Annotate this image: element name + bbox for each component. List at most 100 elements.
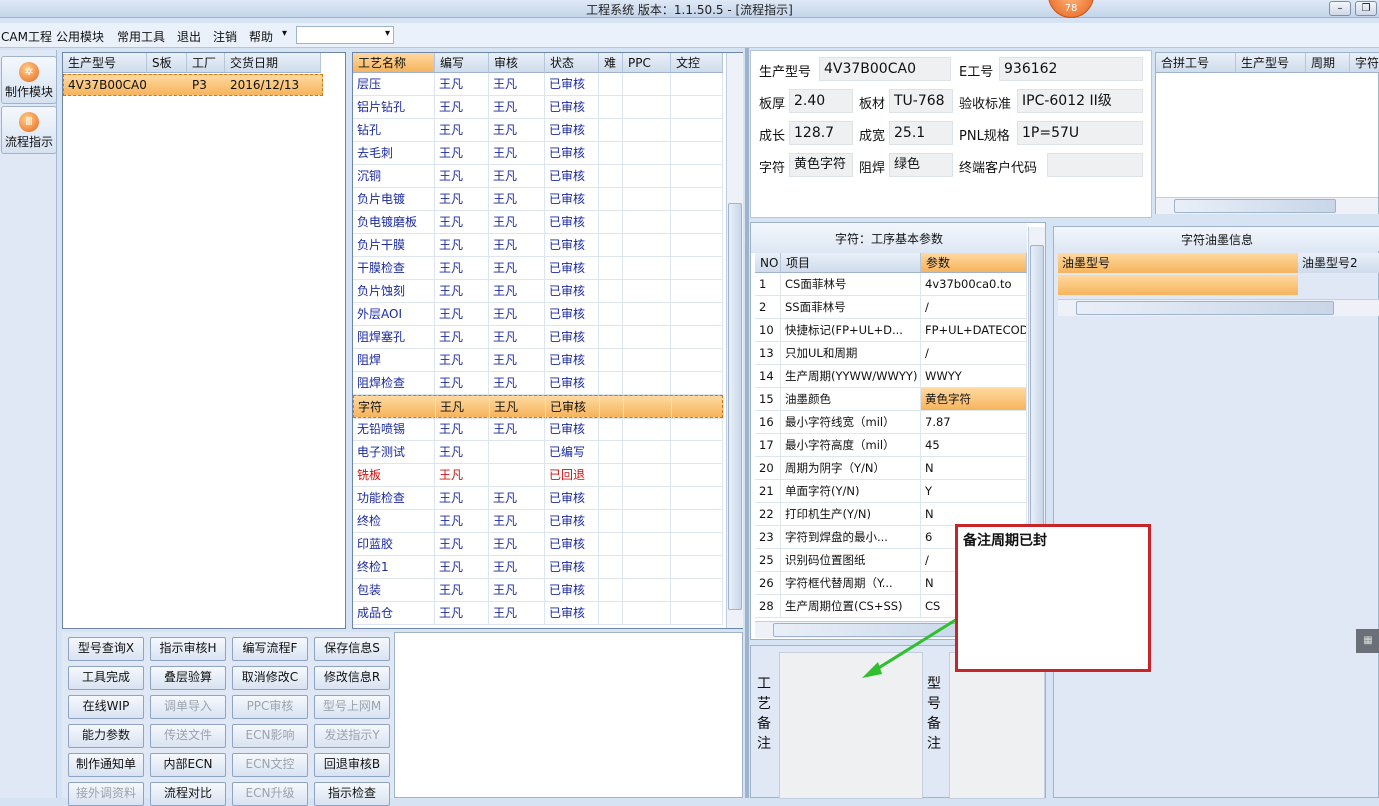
cmd-button-0-2[interactable]: 编写流程F bbox=[232, 637, 308, 661]
table-row[interactable]: 阻焊 王凡 王凡 已审核 bbox=[353, 349, 723, 372]
table-row[interactable]: 功能检查 王凡 王凡 已审核 bbox=[353, 487, 723, 510]
field-pnl[interactable]: 1P=57U bbox=[1017, 121, 1143, 145]
menu-tools[interactable]: 常用工具 bbox=[117, 28, 165, 45]
combo-arrow-icon[interactable]: ▾ bbox=[385, 28, 390, 39]
table-row[interactable]: 铝片钻孔 王凡 王凡 已审核 bbox=[353, 96, 723, 119]
param-value[interactable]: 7.87 bbox=[921, 411, 1027, 434]
table-row[interactable]: 4V37B00CA0 P3 2016/12/13 bbox=[63, 74, 323, 96]
cmd-button-0-1[interactable]: 指示审核H bbox=[150, 637, 226, 661]
col-writer[interactable]: 编写 bbox=[435, 53, 489, 73]
grip-icon[interactable]: ▦ bbox=[1356, 629, 1379, 653]
table-row[interactable]: 负电镀磨板 王凡 王凡 已审核 bbox=[353, 211, 723, 234]
ink-hscroll[interactable] bbox=[1058, 299, 1379, 316]
merge-hscroll[interactable] bbox=[1156, 197, 1378, 214]
field-width[interactable]: 25.1 bbox=[889, 121, 953, 145]
param-value[interactable]: / bbox=[921, 296, 1027, 319]
table-row[interactable]: 外层AOI 王凡 王凡 已审核 bbox=[353, 303, 723, 326]
field-mask[interactable]: 绿色 bbox=[889, 153, 953, 177]
col-difficulty[interactable]: 难 bbox=[599, 53, 623, 73]
col-ppc[interactable]: PPC bbox=[623, 53, 671, 73]
scroll-thumb[interactable] bbox=[728, 203, 742, 610]
scroll-thumb[interactable] bbox=[1076, 301, 1334, 315]
param-value[interactable]: 45 bbox=[921, 434, 1027, 457]
table-row[interactable]: 干膜检查 王凡 王凡 已审核 bbox=[353, 257, 723, 280]
field-material[interactable]: TU-768 bbox=[889, 89, 953, 113]
cmd-button-1-1[interactable]: 叠层验算 bbox=[150, 666, 226, 690]
cmd-button-5-1[interactable]: 流程对比 bbox=[150, 782, 226, 806]
field-thickness[interactable]: 2.40 bbox=[789, 89, 853, 113]
cmd-button-4-2[interactable]: ECN文控 bbox=[232, 753, 308, 777]
cmd-button-5-2[interactable]: ECN升级 bbox=[232, 782, 308, 806]
param-value[interactable]: 黄色字符 bbox=[921, 388, 1027, 411]
table-row[interactable]: 铣板 王凡 已回退 bbox=[353, 464, 723, 487]
cmd-button-2-1[interactable]: 调单导入 bbox=[150, 695, 226, 719]
col-doc[interactable]: 文控 bbox=[671, 53, 723, 73]
col-ink-model[interactable]: 油墨型号 bbox=[1058, 253, 1298, 273]
table-row[interactable]: 沉铜 王凡 王凡 已审核 bbox=[353, 165, 723, 188]
field-standard[interactable]: IPC-6012 II级 bbox=[1017, 89, 1143, 113]
param-value[interactable]: N bbox=[921, 457, 1027, 480]
col-date[interactable]: 交货日期 bbox=[225, 53, 321, 73]
col-status[interactable]: 状态 bbox=[545, 53, 599, 73]
col-merge-cycle[interactable]: 周期 bbox=[1306, 53, 1350, 73]
cmd-button-3-0[interactable]: 能力参数 bbox=[68, 724, 144, 748]
col-merge-model[interactable]: 生产型号 bbox=[1236, 53, 1306, 73]
vertical-divider[interactable] bbox=[745, 48, 749, 798]
param-value[interactable]: / bbox=[921, 342, 1027, 365]
cmd-button-0-0[interactable]: 型号查询X bbox=[68, 637, 144, 661]
cmd-button-2-0[interactable]: 在线WIP bbox=[68, 695, 144, 719]
table-row[interactable]: 终检 王凡 王凡 已审核 bbox=[353, 510, 723, 533]
param-value[interactable]: N bbox=[921, 503, 1027, 526]
table-row[interactable]: 成品仓 王凡 王凡 已审核 bbox=[353, 602, 723, 625]
cmd-button-2-3[interactable]: 型号上网M bbox=[314, 695, 390, 719]
menu-combo[interactable]: ▾ bbox=[296, 26, 394, 44]
menu-common[interactable]: 公用模块 bbox=[56, 28, 104, 45]
table-row[interactable]: 字符 王凡 王凡 已审核 bbox=[353, 395, 724, 419]
menu-logout[interactable]: 注销 bbox=[213, 28, 237, 45]
field-eno[interactable]: 936162 bbox=[999, 57, 1143, 81]
field-char[interactable]: 黄色字符 bbox=[789, 153, 853, 177]
col-merge-no[interactable]: 合拼工号 bbox=[1156, 53, 1236, 73]
table-row[interactable]: 包装 王凡 王凡 已审核 bbox=[353, 579, 723, 602]
table-row[interactable] bbox=[1058, 275, 1298, 295]
col-ink-model2[interactable]: 油墨型号2 bbox=[1298, 253, 1379, 273]
field-customer[interactable] bbox=[1047, 153, 1143, 177]
nav-flow-guide[interactable]: Ⅲ 流程指示 bbox=[1, 106, 57, 154]
menu-help[interactable]: 帮助 bbox=[249, 28, 273, 45]
col-s[interactable]: S板 bbox=[147, 53, 187, 73]
cmd-button-4-1[interactable]: 内部ECN bbox=[150, 753, 226, 777]
table-row[interactable]: 阻焊塞孔 王凡 王凡 已审核 bbox=[353, 326, 723, 349]
table-row[interactable]: 电子测试 王凡 已编写 bbox=[353, 441, 723, 464]
table-row[interactable]: 负片电镀 王凡 王凡 已审核 bbox=[353, 188, 723, 211]
col-process-name[interactable]: 工艺名称 bbox=[353, 53, 435, 73]
table-row[interactable]: 去毛刺 王凡 王凡 已审核 bbox=[353, 142, 723, 165]
col-model[interactable]: 生产型号 bbox=[63, 53, 147, 73]
cmd-button-3-3[interactable]: 发送指示Y bbox=[314, 724, 390, 748]
table-row[interactable]: 终检1 王凡 王凡 已审核 bbox=[353, 556, 723, 579]
table-row[interactable]: 无铅喷锡 王凡 王凡 已审核 bbox=[353, 418, 723, 441]
menu-cam[interactable]: CAM工程 bbox=[1, 28, 52, 45]
minimize-icon[interactable]: – bbox=[1329, 1, 1351, 16]
cmd-button-1-2[interactable]: 取消修改C bbox=[232, 666, 308, 690]
table-row[interactable]: 钻孔 王凡 王凡 已审核 bbox=[353, 119, 723, 142]
param-value[interactable]: Y bbox=[921, 480, 1027, 503]
field-length[interactable]: 128.7 bbox=[789, 121, 853, 145]
cmd-button-2-2[interactable]: PPC审核 bbox=[232, 695, 308, 719]
field-model[interactable]: 4V37B00CA0 bbox=[819, 57, 951, 81]
table-row[interactable]: 阻焊检查 王凡 王凡 已审核 bbox=[353, 372, 723, 395]
cmd-button-1-0[interactable]: 工具完成 bbox=[68, 666, 144, 690]
nav-make-module[interactable]: ✲ 制作模块 bbox=[1, 56, 57, 104]
scroll-thumb[interactable] bbox=[1174, 199, 1336, 213]
col-item[interactable]: 项目 bbox=[781, 253, 921, 273]
cmd-button-1-3[interactable]: 修改信息R bbox=[314, 666, 390, 690]
cmd-button-5-0[interactable]: 接外调资料 bbox=[68, 782, 144, 806]
process-scrollbar[interactable] bbox=[726, 53, 743, 628]
col-no[interactable]: NO bbox=[755, 253, 781, 273]
col-reviewer[interactable]: 审核 bbox=[489, 53, 545, 73]
table-row[interactable]: 负片蚀刻 王凡 王凡 已审核 bbox=[353, 280, 723, 303]
col-factory[interactable]: 工厂 bbox=[187, 53, 225, 73]
table-row[interactable]: 层压 王凡 王凡 已审核 bbox=[353, 73, 723, 96]
restore-icon[interactable]: ❐ bbox=[1355, 1, 1377, 16]
menu-exit[interactable]: 退出 bbox=[177, 28, 201, 45]
param-value[interactable]: FP+UL+DATECODE bbox=[921, 319, 1027, 342]
